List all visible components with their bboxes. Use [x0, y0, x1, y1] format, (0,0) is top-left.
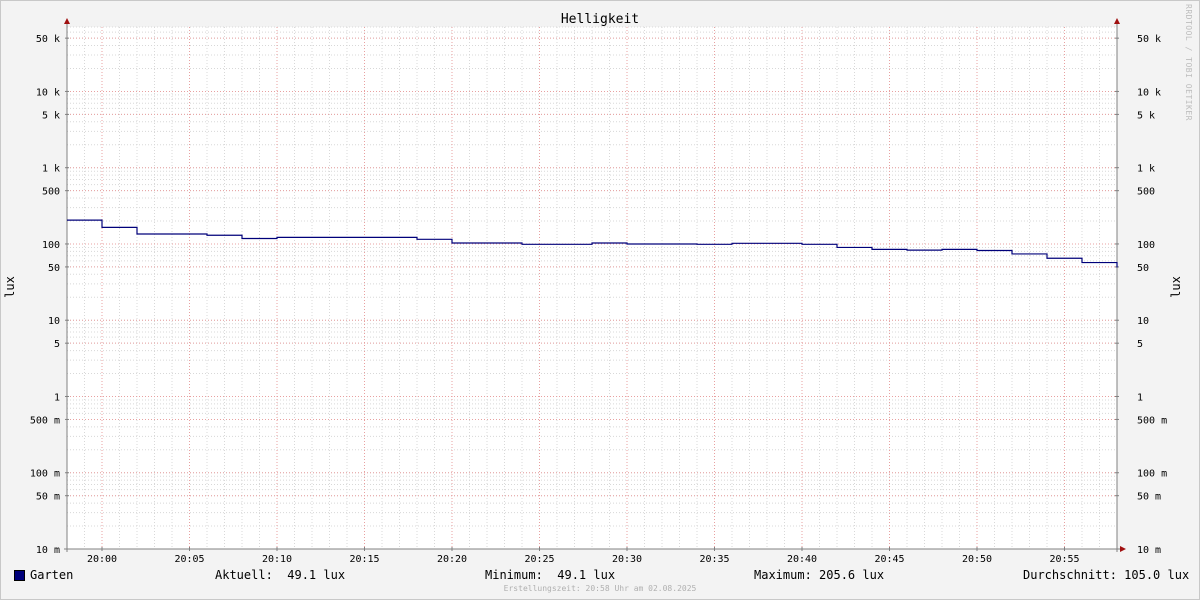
- y-tick-labels-right: 50 k 10 k 5 k 1 k 500 100 50 10 5 1 500 m 100 m 50 m…: [1137, 34, 1167, 556]
- y-tick-label-right: 10: [1137, 316, 1149, 327]
- y-tick-labels-left: 50 k 10 k 5 k 1 k 500 100 50 10 5 1 500 m 100 m 50 m…: [30, 34, 60, 556]
- y-axis-label-right: lux: [1169, 276, 1183, 298]
- y-tick-label-left: 500: [42, 187, 60, 198]
- y-tick-label-left: 100 m: [30, 469, 60, 480]
- legend-maximum: Maximum: 205.6 lux: [754, 568, 885, 582]
- x-tick-label: 20:15: [349, 554, 379, 565]
- x-tick-label: 20:30: [612, 554, 642, 565]
- y-tick-label-left: 10: [48, 316, 60, 327]
- y-tick-label-left: 50 k: [36, 34, 60, 45]
- y-tick-label-left: 1 k: [42, 164, 60, 175]
- x-tick-label: 20:05: [174, 554, 204, 565]
- y-tick-label-right: 500: [1137, 187, 1155, 198]
- y-tick-label-right: 1: [1137, 392, 1143, 403]
- x-tick-label: 20:10: [262, 554, 292, 565]
- x-axis-arrow: [1120, 546, 1126, 552]
- y-axis-arrow-right: [1114, 18, 1120, 24]
- x-tick-label: 20:55: [1049, 554, 1079, 565]
- y-axis-arrow-left: [64, 18, 70, 24]
- y-tick-label-right: 10 m: [1137, 545, 1161, 556]
- y-tick-label-left: 5: [54, 339, 60, 350]
- y-tick-label-left: 5 k: [42, 110, 60, 121]
- y-tick-label-right: 100 m: [1137, 469, 1167, 480]
- x-tick-label: 20:35: [699, 554, 729, 565]
- footer-timestamp: Erstellungszeit: 20:58 Uhr am 02.08.2025: [503, 584, 697, 593]
- y-tick-label-left: 1: [54, 392, 60, 403]
- y-tick-label-right: 100: [1137, 240, 1155, 251]
- x-tick-label: 20:50: [962, 554, 992, 565]
- y-tick-label-right: 50 m: [1137, 492, 1161, 503]
- y-tick-label-right: 5 k: [1137, 110, 1155, 121]
- x-tick-label: 20:25: [524, 554, 554, 565]
- x-tick-label: 20:45: [874, 554, 904, 565]
- y-tick-label-left: 100: [42, 240, 60, 251]
- y-tick-label-right: 5: [1137, 339, 1143, 350]
- y-tick-label-right: 500 m: [1137, 415, 1167, 426]
- y-tick-label-right: 50: [1137, 263, 1149, 274]
- y-tick-label-left: 50: [48, 263, 60, 274]
- legend-minimum: Minimum: 49.1 lux: [485, 568, 616, 582]
- legend-durchschnitt: Durchschnitt: 105.0 lux: [1023, 568, 1190, 582]
- chart-svg: 50 k 10 k 5 k 1 k 500 100 50 10 5 1 500 m 100 m 50 m…: [3, 12, 1183, 565]
- y-tick-label-right: 1 k: [1137, 164, 1155, 175]
- legend-swatch-garten: [14, 570, 25, 581]
- rrdtool-watermark: RRDTOOL / TOBI OETIKER: [1184, 4, 1193, 121]
- x-tick-labels: 20:00 20:05 20:10 20:15 20:20 20:25 20:30 20:35…: [87, 554, 1080, 565]
- legend-series-name: Garten: [30, 568, 74, 582]
- x-tick-label: 20:00: [87, 554, 117, 565]
- y-tick-label-left: 500 m: [30, 415, 60, 426]
- y-tick-label-left: 50 m: [36, 492, 60, 503]
- y-tick-label-right: 10 k: [1137, 87, 1161, 98]
- y-tick-label-left: 10 m: [36, 545, 60, 556]
- y-axis-label-left: lux: [3, 276, 17, 298]
- x-tick-label: 20:20: [437, 554, 467, 565]
- legend-aktuell: Aktuell: 49.1 lux: [215, 568, 346, 582]
- legend: Garten Aktuell: 49.1 lux Minimum: 49.1 l…: [0, 566, 1200, 586]
- y-tick-label-right: 50 k: [1137, 34, 1161, 45]
- chart-title: Helligkeit: [561, 12, 639, 27]
- y-tick-label-left: 10 k: [36, 87, 60, 98]
- x-tick-label: 20:40: [787, 554, 817, 565]
